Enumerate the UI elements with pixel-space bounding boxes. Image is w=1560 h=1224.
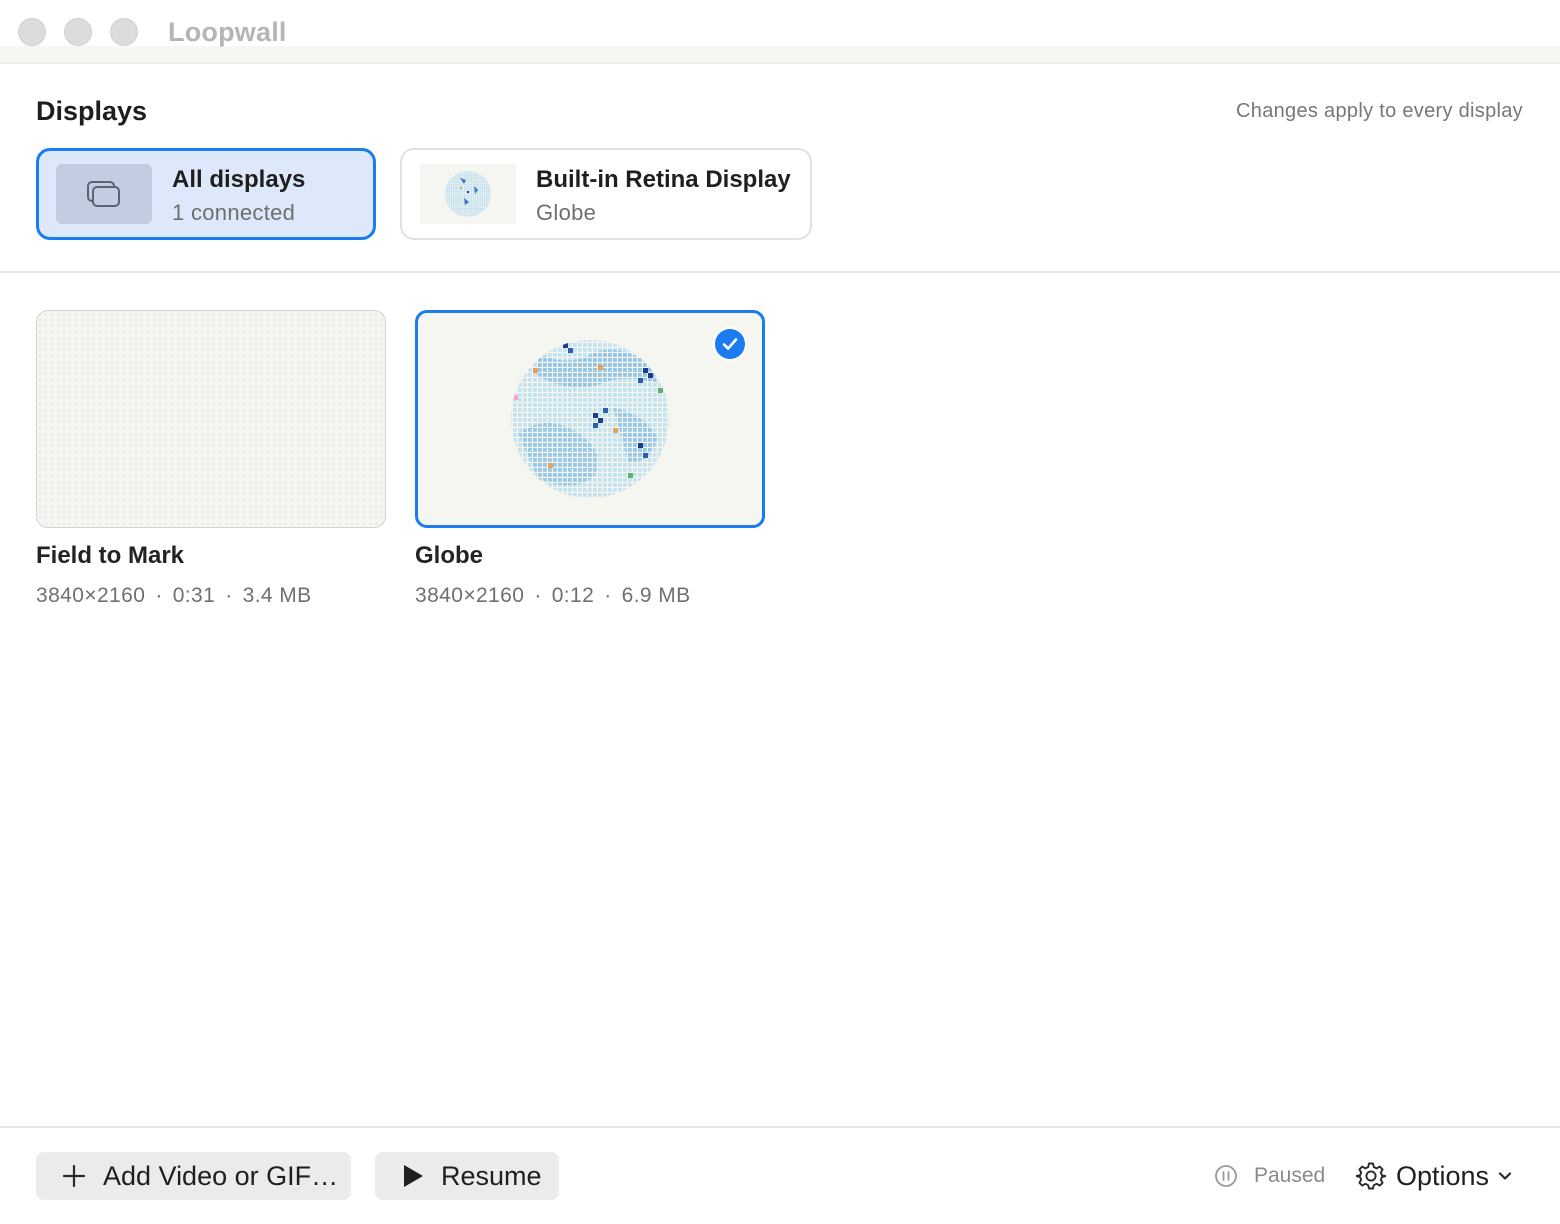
wallpaper-thumbnail[interactable] [36,310,386,528]
window-title: Loopwall [168,17,287,47]
meta-separator: · [604,584,612,607]
wallpaper-tile-field-to-mark[interactable]: Field to Mark 3840×2160 · 0:31 · 3.4 MB [36,310,386,608]
display-name: Built-in Retina Display [536,166,791,193]
gear-icon [1356,1161,1386,1191]
stacked-windows-icon [87,181,120,207]
display-subtitle: Globe [536,200,597,225]
play-icon [399,1162,427,1190]
minimize-window-button[interactable] [64,18,92,46]
display-subtitle: 1 connected [172,200,296,225]
status-label: Paused [1254,1164,1326,1187]
displays-note: Changes apply to every display [1236,100,1523,122]
wallpaper-duration: 0:12 [551,584,595,607]
section-divider [0,271,1560,273]
options-label: Options [1396,1160,1490,1191]
wallpaper-duration: 0:31 [172,584,216,607]
wallpaper-size: 3.4 MB [242,584,312,607]
wallpaper-resolution: 3840×2160 [415,584,525,607]
globe-thumbnail-icon [445,171,491,217]
wallpaper-meta: 3840×2160 · 0:12 · 6.9 MB [415,584,765,608]
display-name: All displays [172,166,306,193]
wallpaper-resolution: 3840×2160 [36,584,146,607]
wallpaper-size: 6.9 MB [621,584,691,607]
selected-checkmark-icon [713,327,747,361]
globe-preview-image [511,340,669,498]
display-card-all-displays[interactable]: All displays 1 connected [36,148,376,240]
options-menu-button[interactable]: Options [1356,1158,1513,1194]
displays-heading: Displays [36,96,148,126]
add-video-label: Add Video or GIF… [103,1160,339,1191]
display-thumbnail [420,164,516,224]
resume-label: Resume [441,1160,542,1191]
playback-status: Paused [1214,1162,1325,1190]
wallpaper-thumbnail[interactable] [415,310,765,528]
display-card-built-in-retina[interactable]: Built-in Retina Display Globe [400,148,812,240]
chevron-down-icon [1497,1168,1513,1184]
app-window: Loopwall Displays Changes apply to every… [0,0,1560,1224]
wallpaper-name: Field to Mark [36,542,185,569]
meta-separator: · [155,584,163,607]
display-thumbnail [56,164,152,224]
title-bar: Loopwall [0,0,1560,64]
plus-icon [60,1162,88,1190]
wallpaper-name: Globe [415,542,484,569]
meta-separator: · [225,584,233,607]
add-video-button[interactable]: Add Video or GIF… [36,1152,351,1200]
meta-separator: · [534,584,542,607]
resume-button[interactable]: Resume [375,1152,559,1200]
pause-circle-icon [1214,1164,1238,1188]
zoom-window-button[interactable] [110,18,138,46]
wallpaper-tile-globe[interactable]: Globe 3840×2160 · 0:12 · 6.9 MB [415,310,765,608]
close-window-button[interactable] [18,18,46,46]
wallpaper-meta: 3840×2160 · 0:31 · 3.4 MB [36,584,386,608]
toolbar-divider [0,1126,1560,1128]
